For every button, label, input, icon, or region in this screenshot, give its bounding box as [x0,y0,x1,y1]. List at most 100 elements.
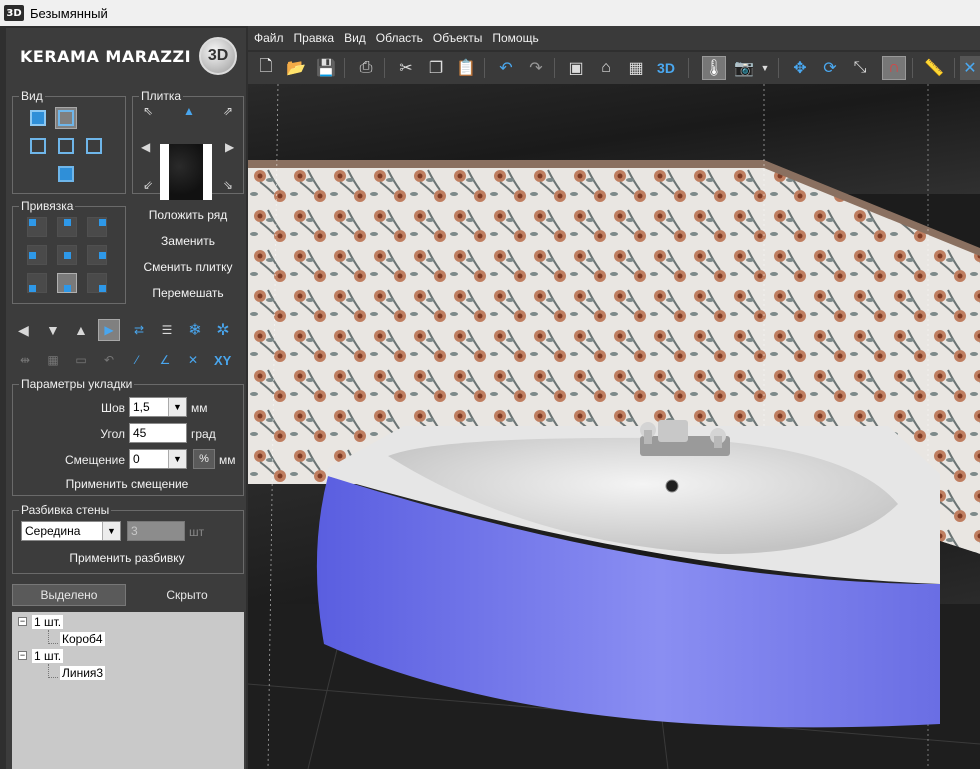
paste-icon[interactable]: 📋 [454,56,478,80]
save-icon[interactable]: 💾 [314,56,338,80]
seam-unit: мм [191,401,208,415]
apply-split-button[interactable]: Применить разбивку [13,551,241,565]
diagonal-icon[interactable]: ⁄ [126,349,148,371]
snap-middle-right[interactable] [87,245,107,265]
offset-select[interactable]: 0 ▼ [129,449,187,469]
rotate-back-icon[interactable]: ↶ [98,349,120,371]
arrow-up-left-icon[interactable]: ⇖ [143,105,153,117]
close-icon[interactable]: ✕ [960,56,980,80]
spread-grid-icon[interactable]: ▦ [42,349,64,371]
move-down-icon[interactable]: ▼ [46,323,60,337]
copy-icon[interactable]: ❐ [424,56,448,80]
undo-icon[interactable]: ↶ [494,56,518,80]
snap-bottom-right[interactable] [87,273,107,293]
print-icon[interactable]: ⎙ [354,56,378,80]
arrow-down-left-icon[interactable]: ⇙ [143,179,153,191]
light-icon[interactable]: 🌡 [702,56,726,80]
toolbar-separator [554,58,555,78]
swap-icon[interactable]: ⇄ [128,319,150,341]
top-view-icon[interactable] [27,107,49,129]
cross-icon[interactable]: ✕ [182,349,204,371]
tree-item-box[interactable]: Короб4 [60,632,105,646]
ruler-icon[interactable]: 📏 [922,56,946,80]
redo-icon[interactable]: ↷ [524,56,548,80]
iso-view-icon[interactable] [55,163,77,185]
change-tile-button[interactable]: Сменить плитку [132,260,244,274]
shuffle-button[interactable]: Перемешать [132,286,244,300]
3d-viewport[interactable] [248,84,980,769]
snap-center[interactable] [57,245,77,265]
snowflake-icon[interactable]: ❄ [184,319,206,341]
angle-icon[interactable]: ∠ [154,349,176,371]
panel-icon[interactable]: ▭ [70,349,92,371]
snap-top-right[interactable] [87,217,107,237]
tab-selected[interactable]: Выделено [12,584,126,606]
arrow-up-icon[interactable]: ▲ [183,105,195,117]
apply-offset-button[interactable]: Применить смещение [13,477,241,491]
3d-view-icon[interactable]: 3D [654,56,678,80]
menu-file[interactable]: Файл [254,31,284,45]
plan-view-icon[interactable]: ▣ [564,56,588,80]
magnet-icon[interactable]: ∩ [882,56,906,80]
chevron-down-icon[interactable]: ▼ [102,522,120,540]
tab-hidden[interactable]: Скрыто [130,584,244,606]
snap-top-center[interactable] [57,217,77,237]
title-bar: 3D Безымянный [0,0,980,26]
offset-unit: мм [219,453,236,467]
replace-button[interactable]: Заменить [132,234,244,248]
seam-select[interactable]: 1,5 ▼ [129,397,187,417]
front-view-icon[interactable] [55,107,77,129]
split-count-value: 3 [131,524,138,538]
lay-row-button[interactable]: Положить ряд [132,208,244,222]
snap-group: Привязка [12,199,126,304]
percent-toggle[interactable]: % [193,449,215,469]
arrow-left-icon[interactable]: ◀ [141,141,150,153]
snap-middle-left[interactable] [27,245,47,265]
tree-group-2[interactable]: 1 шт. [32,649,64,663]
tree-group-1[interactable]: 1 шт. [32,615,64,629]
calculator-icon[interactable]: ▦ [624,56,648,80]
scale-icon[interactable]: ⤡ [848,56,872,80]
spread-h-icon[interactable]: ⇹ [14,349,36,371]
open-folder-icon[interactable]: 📂 [284,56,308,80]
collapse-icon[interactable]: − [18,651,27,660]
menu-help[interactable]: Помощь [492,31,538,45]
move-icon[interactable]: ✥ [788,56,812,80]
snap-bottom-left[interactable] [27,273,47,293]
arrow-up-right-icon[interactable]: ⇗ [223,105,233,117]
split-count-input[interactable]: 3 [127,521,185,541]
cut-icon[interactable]: ✂ [394,56,418,80]
menu-area[interactable]: Область [376,31,423,45]
view-group: Вид [12,89,126,194]
chevron-down-icon[interactable]: ▼ [168,398,186,416]
room-view-icon[interactable]: ⌂ [594,56,618,80]
chevron-down-icon[interactable]: ▼ [168,450,186,468]
tree-connector [48,643,58,644]
snap-top-left[interactable] [27,217,47,237]
angle-input[interactable]: 45 [129,423,187,443]
mosaic-icon[interactable]: ✲ [212,319,234,341]
new-file-icon[interactable]: 🗋 [254,56,278,80]
snap-bottom-center[interactable] [57,273,77,293]
chevron-down-icon[interactable]: ▼ [758,56,772,80]
toolbar: 🗋 📂 💾 ⎙ ✂ ❐ 📋 ↶ ↷ ▣ ⌂ ▦ 3D 🌡 📷 ▼ ✥ ⟳ ⤡ ∩… [248,52,980,84]
menu-objects[interactable]: Объекты [433,31,483,45]
back-view-icon[interactable] [55,135,77,157]
right-view-icon[interactable] [83,135,105,157]
align-icon[interactable]: ☰ [156,319,178,341]
camera-icon[interactable]: 📷 [732,56,756,80]
collapse-icon[interactable]: − [18,617,27,626]
rotate-icon[interactable]: ⟳ [818,56,842,80]
tree-connector [48,664,49,678]
left-view-icon[interactable] [27,135,49,157]
arrow-right-icon[interactable]: ▶ [225,141,234,153]
xy-button[interactable]: XY [214,353,231,368]
move-right-icon[interactable]: ▶ [98,319,120,341]
split-mode-select[interactable]: Середина ▼ [21,521,121,541]
tree-item-line[interactable]: Линия3 [60,666,106,680]
move-up-icon[interactable]: ▲ [74,323,88,337]
move-left-icon[interactable]: ◀ [18,323,29,337]
arrow-down-right-icon[interactable]: ⇘ [223,179,233,191]
menu-view[interactable]: Вид [344,31,366,45]
menu-edit[interactable]: Правка [294,31,335,45]
